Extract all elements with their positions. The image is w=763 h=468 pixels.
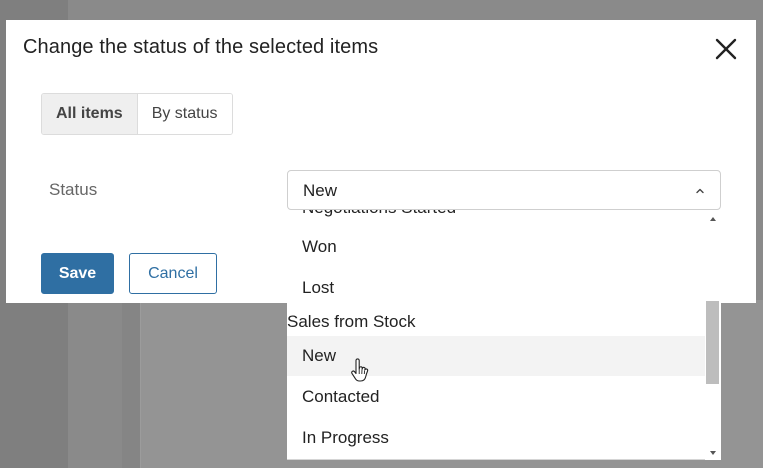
dialog-title: Change the status of the selected items: [23, 36, 379, 58]
chevron-up-icon: [694, 184, 706, 202]
status-field-label: Status: [49, 180, 98, 199]
status-dropdown-list: Negotiations Started Won Lost Sales from…: [287, 210, 721, 460]
option-label: Won: [302, 237, 337, 256]
option-label: In Progress: [302, 428, 389, 447]
scope-tabs: All items By status: [41, 93, 233, 135]
dropdown-group-label: Sales from Stock: [287, 312, 416, 331]
close-icon: [712, 35, 740, 63]
save-button[interactable]: Save: [41, 253, 114, 294]
status-select[interactable]: New: [287, 170, 721, 210]
dropdown-option-won[interactable]: Won: [287, 227, 719, 267]
option-label: Contacted: [302, 387, 380, 406]
option-label: Lost: [302, 278, 335, 297]
scrollbar-thumb[interactable]: [706, 301, 719, 384]
close-button[interactable]: [712, 35, 740, 63]
dropdown-option-lost[interactable]: Lost: [287, 268, 719, 308]
scroll-down-arrow-icon[interactable]: [705, 446, 721, 458]
option-label: New: [302, 346, 337, 365]
dropdown-option-in-progress[interactable]: In Progress: [287, 418, 719, 458]
cancel-button[interactable]: Cancel: [129, 253, 217, 294]
scroll-up-arrow-icon[interactable]: [705, 212, 721, 224]
background-strip: [122, 300, 140, 468]
tab-by-status[interactable]: By status: [137, 94, 232, 134]
dropdown-scrollbar[interactable]: [705, 210, 721, 460]
status-select-value: New: [303, 181, 338, 200]
tab-all-items[interactable]: All items: [42, 94, 138, 134]
hand-pointer-cursor-icon: [350, 358, 370, 389]
